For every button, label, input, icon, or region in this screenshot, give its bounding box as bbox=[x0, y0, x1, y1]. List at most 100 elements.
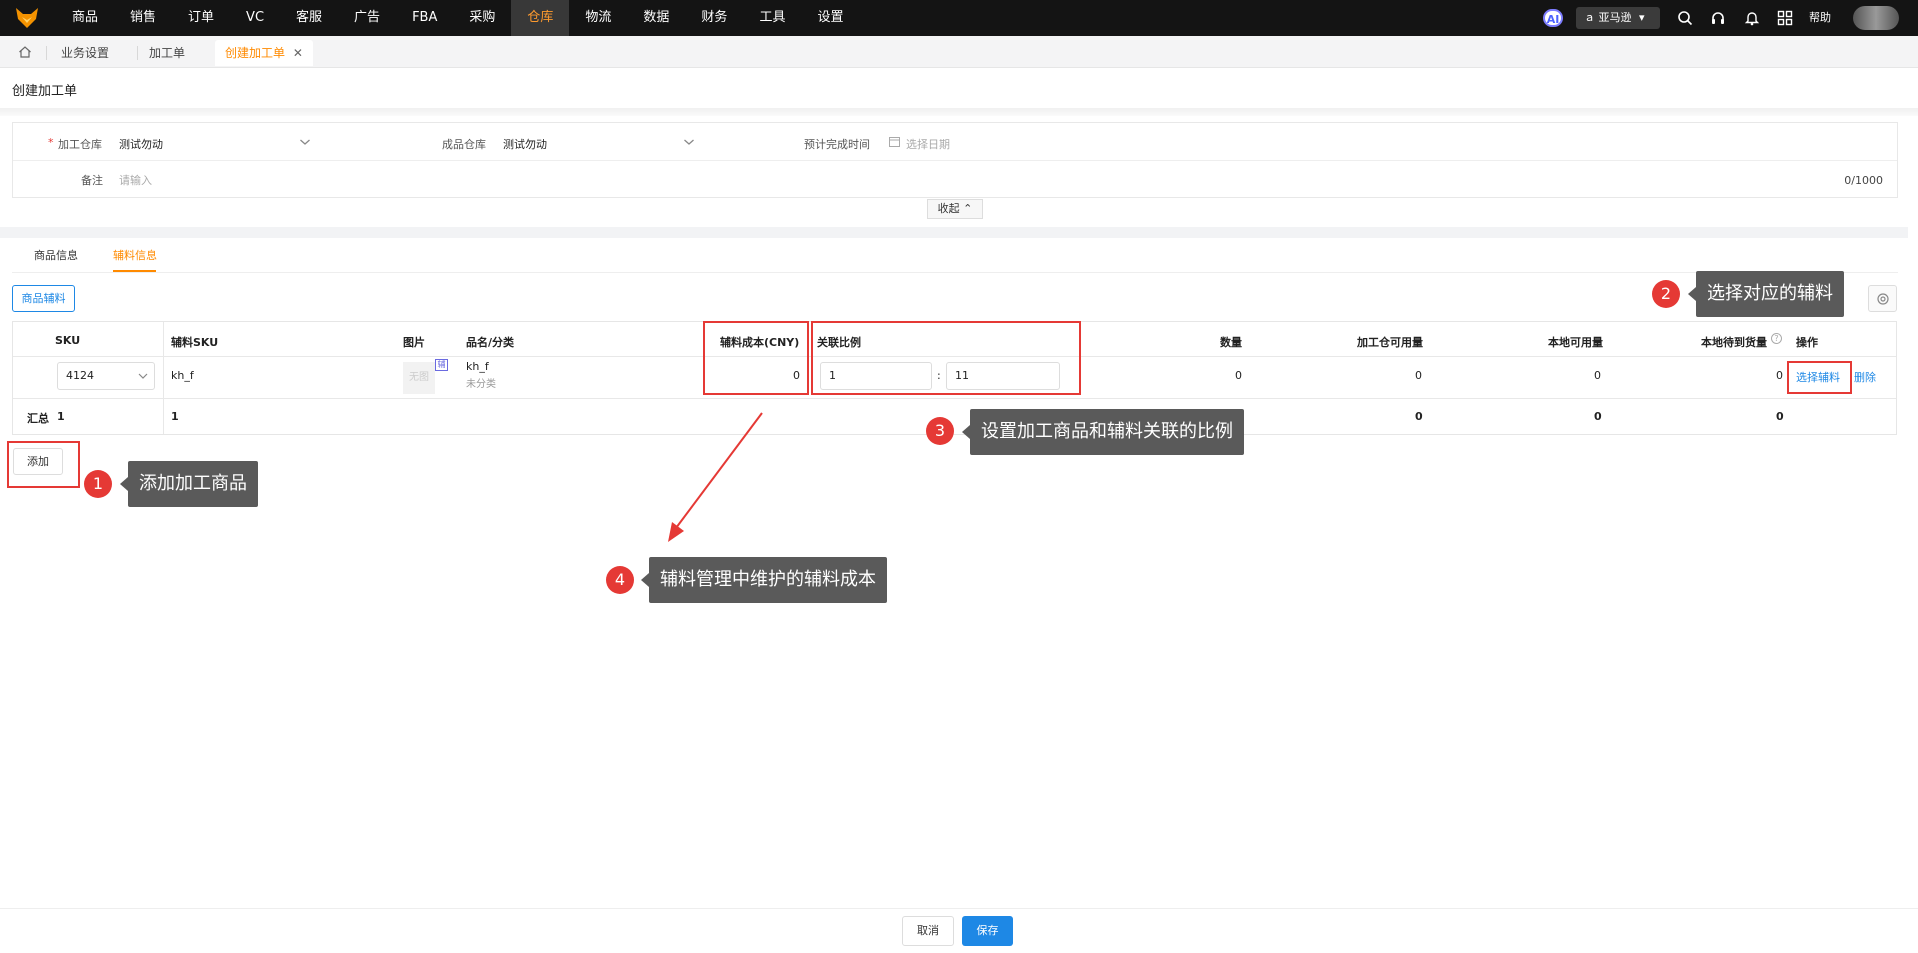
summary-accessory-count: 1 bbox=[171, 410, 179, 423]
chevron-down-icon bbox=[138, 373, 148, 379]
tab-accessory-info[interactable]: 辅料信息 bbox=[113, 247, 157, 263]
page-title: 创建加工单 bbox=[12, 84, 78, 99]
collapse-button[interactable]: 收起 ⌃ bbox=[927, 199, 983, 219]
select-value: 测试勿动 bbox=[503, 138, 547, 151]
nav-item[interactable]: 销售 bbox=[114, 0, 172, 36]
col-header-sku: SKU bbox=[55, 334, 81, 347]
remark-label: 备注 bbox=[81, 174, 103, 187]
remark-textarea[interactable]: 请输入 0/1000 bbox=[119, 164, 1891, 194]
chevron-down-icon bbox=[300, 139, 310, 145]
collapse-label: 收起 bbox=[937, 202, 960, 215]
page-tabs-bar: 业务设置 加工单 创建加工单 ✕ bbox=[0, 36, 1918, 68]
chevron-up-icon: ⌃ bbox=[963, 202, 973, 215]
col-header-image: 图片 bbox=[403, 336, 425, 349]
tab-label: 创建加工单 bbox=[225, 46, 286, 60]
char-counter: 0/1000 bbox=[1844, 174, 1883, 187]
finished-warehouse-label: 成品仓库 bbox=[442, 138, 486, 151]
col-header-actions: 操作 bbox=[1796, 336, 1818, 349]
finished-warehouse-select[interactable]: 测试勿动 bbox=[503, 129, 703, 155]
close-icon[interactable]: ✕ bbox=[293, 46, 303, 60]
annotation-callout: 选择对应的辅料 bbox=[1688, 271, 1844, 317]
sku-select[interactable]: 4124 bbox=[57, 362, 155, 390]
fox-logo-icon[interactable] bbox=[14, 6, 40, 30]
help-link[interactable]: 帮助 bbox=[1809, 0, 1831, 36]
annotation-number: 3 bbox=[926, 417, 954, 445]
caret-down-icon: ▾ bbox=[1639, 11, 1645, 24]
search-icon[interactable] bbox=[1677, 10, 1693, 26]
product-category: 未分类 bbox=[466, 379, 496, 390]
delete-link[interactable]: 删除 bbox=[1854, 369, 1876, 385]
local-pending-cell: 0 bbox=[1776, 369, 1783, 382]
avatar[interactable] bbox=[1853, 6, 1899, 30]
accessory-sku-cell: kh_f bbox=[171, 369, 194, 382]
main-menu: 商品 销售 订单 VC 客服 广告 FBA 采购 仓库 物流 数据 财务 工具 … bbox=[56, 0, 859, 36]
nav-item[interactable]: 订单 bbox=[172, 0, 230, 36]
shop-name: 亚马逊 bbox=[1598, 11, 1632, 24]
nav-item[interactable]: FBA bbox=[396, 0, 453, 36]
nav-item[interactable]: VC bbox=[230, 0, 280, 36]
summary-local-available: 0 bbox=[1594, 410, 1602, 423]
column-settings-button[interactable] bbox=[1868, 285, 1897, 312]
highlight-add-button bbox=[7, 441, 80, 488]
quantity-cell: 0 bbox=[1235, 369, 1242, 382]
tab-work-order[interactable]: 加工单 bbox=[139, 40, 195, 66]
nav-item[interactable]: 设置 bbox=[801, 0, 859, 36]
remark-placeholder: 请输入 bbox=[119, 174, 152, 187]
nav-item[interactable]: 客服 bbox=[280, 0, 338, 36]
highlight-select-accessory bbox=[1787, 361, 1852, 394]
date-placeholder: 选择日期 bbox=[906, 138, 950, 151]
nav-item[interactable]: 财务 bbox=[685, 0, 743, 36]
annotation-arrow-icon bbox=[668, 412, 763, 542]
order-form: * 加工仓库 测试勿动 成品仓库 测试勿动 预计完成时间 选择日期 备注 请输入… bbox=[12, 122, 1898, 198]
local-available-cell: 0 bbox=[1594, 369, 1601, 382]
accessory-badge: 辅 bbox=[435, 359, 448, 371]
select-value: 测试勿动 bbox=[119, 138, 163, 151]
nav-item[interactable]: 广告 bbox=[338, 0, 396, 36]
tab-business-settings[interactable]: 业务设置 bbox=[51, 40, 119, 66]
tab-product-info[interactable]: 商品信息 bbox=[34, 247, 78, 263]
nav-item[interactable]: 数据 bbox=[627, 0, 685, 36]
nav-item-active[interactable]: 仓库 bbox=[511, 0, 570, 36]
headset-icon[interactable] bbox=[1710, 10, 1726, 26]
product-image-placeholder: 无图 bbox=[403, 362, 435, 394]
gear-icon bbox=[1877, 293, 1889, 305]
help-circle-icon[interactable]: ? bbox=[1771, 333, 1782, 344]
nav-item[interactable]: 商品 bbox=[56, 0, 114, 36]
summary-label: 汇总 bbox=[27, 412, 49, 425]
tab-create-work-order[interactable]: 创建加工单 ✕ bbox=[215, 40, 313, 66]
nav-item[interactable]: 采购 bbox=[453, 0, 511, 36]
col-header-local-available: 本地可用量 bbox=[1548, 336, 1603, 349]
col-header-accessory-sku: 辅料SKU bbox=[171, 336, 219, 349]
save-button[interactable]: 保存 bbox=[962, 916, 1013, 946]
warehouse-available-cell: 0 bbox=[1415, 369, 1422, 382]
subtab-divider bbox=[12, 272, 1898, 273]
col-header-quantity: 数量 bbox=[1220, 336, 1242, 349]
estimated-finish-datepicker[interactable]: 选择日期 bbox=[889, 129, 1089, 155]
cancel-button[interactable]: 取消 bbox=[902, 916, 954, 946]
nav-item[interactable]: 物流 bbox=[569, 0, 627, 36]
product-accessory-button[interactable]: 商品辅料 bbox=[12, 285, 75, 312]
ai-assistant-button[interactable]: AI bbox=[1543, 9, 1563, 27]
header-shadow bbox=[0, 108, 1918, 116]
form-divider bbox=[13, 160, 1897, 161]
top-nav: 商品 销售 订单 VC 客服 广告 FBA 采购 仓库 物流 数据 财务 工具 … bbox=[0, 0, 1918, 36]
processing-warehouse-select[interactable]: 测试勿动 bbox=[119, 129, 319, 155]
processing-warehouse-label: 加工仓库 bbox=[58, 138, 102, 151]
col-header-warehouse-available: 加工仓可用量 bbox=[1357, 336, 1423, 349]
annotation-callout: 设置加工商品和辅料关联的比例 bbox=[962, 409, 1244, 455]
annotation-number: 4 bbox=[606, 566, 634, 594]
nav-item[interactable]: 工具 bbox=[743, 0, 801, 36]
annotation-number: 1 bbox=[84, 470, 112, 498]
home-icon[interactable] bbox=[18, 45, 32, 59]
required-mark: * bbox=[48, 136, 54, 149]
shop-selector[interactable]: ａ 亚马逊 ▾ bbox=[1576, 7, 1660, 29]
summary-local-pending: 0 bbox=[1776, 410, 1784, 423]
bell-icon[interactable] bbox=[1744, 10, 1760, 26]
amazon-icon: ａ bbox=[1584, 11, 1595, 24]
col-header-local-pending: 本地待到货量 bbox=[1701, 336, 1767, 349]
highlight-accessory-cost bbox=[703, 321, 809, 395]
select-value: 4124 bbox=[66, 369, 94, 382]
apps-grid-icon[interactable] bbox=[1777, 10, 1793, 26]
product-name: kh_f bbox=[466, 360, 489, 373]
tab-divider bbox=[137, 46, 138, 60]
